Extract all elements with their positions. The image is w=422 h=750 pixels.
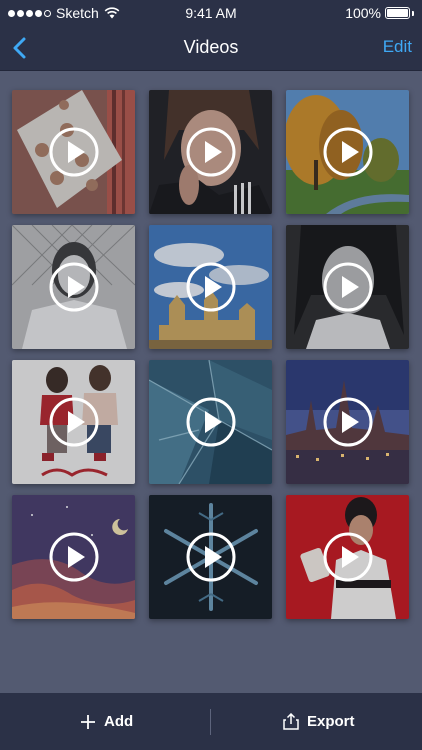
add-button[interactable]: Add: [80, 693, 133, 750]
play-icon: [186, 127, 235, 177]
play-icon: [323, 397, 372, 447]
bottom-toolbar: Add Export: [0, 693, 422, 750]
video-thumbnail[interactable]: [149, 225, 272, 349]
video-grid: [12, 90, 409, 619]
video-thumbnail[interactable]: [149, 495, 272, 619]
video-thumbnail[interactable]: [286, 90, 409, 214]
video-thumbnail[interactable]: [286, 495, 409, 619]
battery-level: [387, 9, 408, 17]
share-icon: [283, 713, 299, 730]
battery-percent: 100%: [345, 5, 381, 21]
export-button[interactable]: Export: [283, 693, 355, 750]
video-thumbnail[interactable]: [286, 360, 409, 484]
status-right: 100%: [345, 5, 414, 21]
battery-icon: [385, 7, 410, 19]
video-thumbnail[interactable]: [12, 90, 135, 214]
play-icon: [186, 532, 235, 582]
status-bar: Sketch 9:41 AM 100%: [0, 0, 422, 26]
play-icon: [49, 532, 98, 582]
plus-icon: [81, 714, 95, 729]
play-icon: [186, 397, 235, 447]
add-button-label: Add: [104, 713, 134, 730]
video-thumbnail[interactable]: [286, 225, 409, 349]
play-icon: [49, 262, 98, 312]
edit-button[interactable]: Edit: [383, 37, 412, 57]
play-icon: [323, 262, 372, 312]
export-button-label: Export: [307, 713, 355, 730]
battery-tip: [412, 10, 414, 16]
video-thumbnail[interactable]: [149, 360, 272, 484]
play-icon: [49, 397, 98, 447]
navigation-bar: Videos Edit: [0, 26, 422, 71]
video-thumbnail[interactable]: [12, 360, 135, 484]
play-icon: [323, 127, 372, 177]
video-thumbnail[interactable]: [12, 225, 135, 349]
toolbar-divider: [210, 709, 211, 735]
play-icon: [49, 127, 98, 177]
play-icon: [323, 532, 372, 582]
page-title: Videos: [183, 37, 239, 57]
video-thumbnail[interactable]: [149, 90, 272, 214]
video-thumbnail[interactable]: [12, 495, 135, 619]
play-icon: [186, 262, 235, 312]
